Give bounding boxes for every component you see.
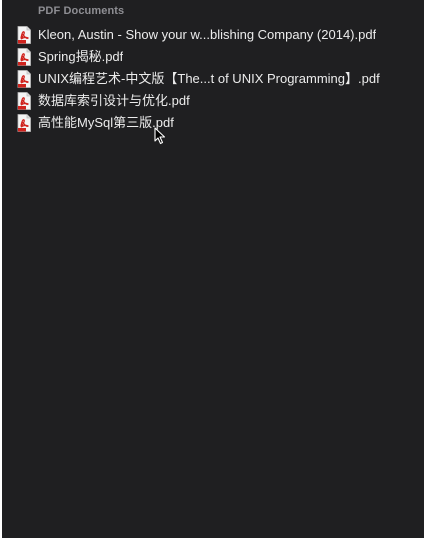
- pdf-file-icon: [17, 70, 31, 88]
- section-header-pdf-documents: PDF Documents: [38, 5, 125, 17]
- file-item-database-index[interactable]: 数据库索引设计与优化.pdf: [16, 90, 420, 112]
- pdf-file-icon: [17, 114, 31, 132]
- file-item-high-performance-mysql[interactable]: 高性能MySql第三版.pdf: [16, 112, 420, 134]
- pdf-file-icon: [17, 92, 31, 110]
- pdf-file-icon: [17, 26, 31, 44]
- file-name: Kleon, Austin - Show your w...blishing C…: [38, 27, 377, 42]
- search-results-panel: PDF Documents Kleon, Austin - Show your …: [2, 0, 424, 538]
- file-item-kleon-show-your-work[interactable]: Kleon, Austin - Show your w...blishing C…: [16, 24, 420, 46]
- file-name: 数据库索引设计与优化.pdf: [38, 93, 190, 108]
- file-name: UNIX编程艺术-中文版【The...t of UNIX Programming…: [38, 71, 380, 86]
- pdf-file-list: Kleon, Austin - Show your w...blishing C…: [16, 24, 420, 134]
- mouse-pointer-icon: [154, 127, 166, 145]
- file-name: Spring揭秘.pdf: [38, 49, 124, 64]
- file-item-unix-programming[interactable]: UNIX编程艺术-中文版【The...t of UNIX Programming…: [16, 68, 420, 90]
- pdf-file-icon: [17, 48, 31, 66]
- file-item-spring[interactable]: Spring揭秘.pdf: [16, 46, 420, 68]
